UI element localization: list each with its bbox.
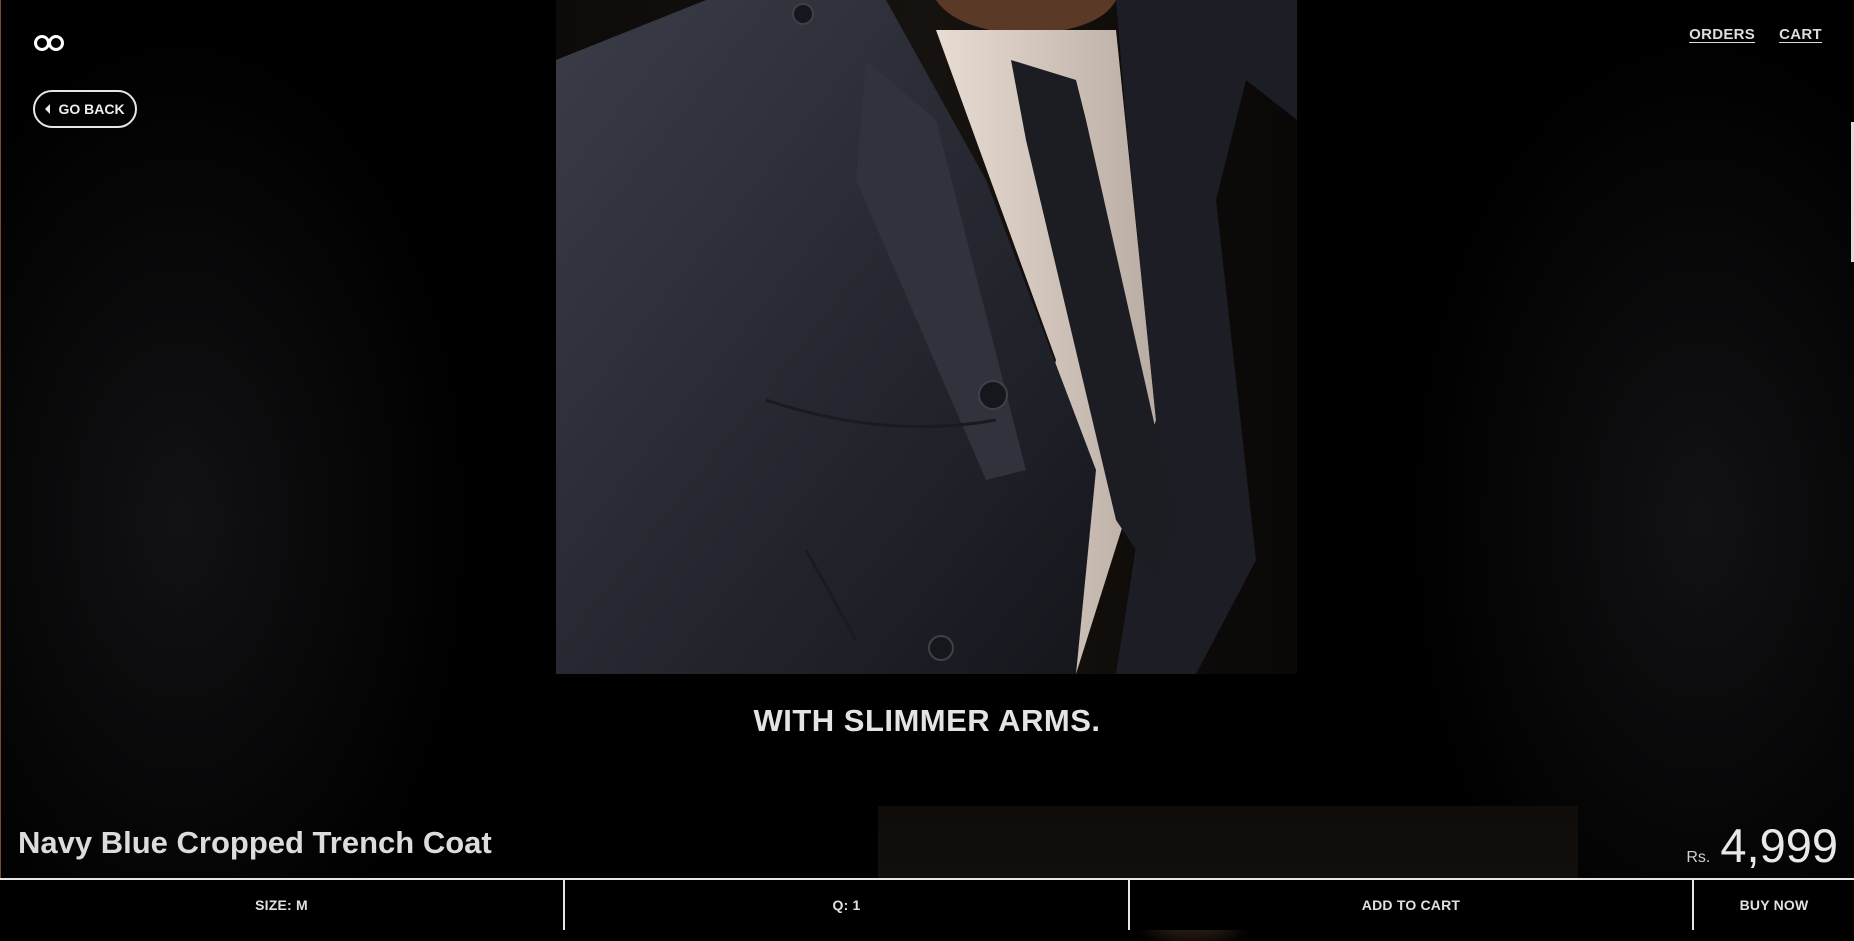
top-nav: ORDERS CART [1689,26,1822,43]
left-edge-line [0,0,1,878]
product-image [556,0,1297,674]
buy-now-button[interactable]: BUY NOW [1694,880,1854,930]
quantity-selector[interactable]: Q: 1 [565,880,1130,930]
product-price: Rs. 4,999 [1686,818,1838,873]
add-to-cart-button[interactable]: ADD TO CART [1130,880,1694,930]
infinity-logo-icon[interactable] [33,33,65,53]
cart-link[interactable]: CART [1779,26,1822,43]
purchase-action-bar: SIZE: M Q: 1 ADD TO CART BUY NOW [0,878,1854,930]
chevron-left-icon [45,104,51,114]
gallery-caption: WITH SLIMMER ARMS. [753,703,1101,738]
orders-link[interactable]: ORDERS [1689,26,1755,43]
go-back-label: GO BACK [58,101,125,117]
price-currency: Rs. [1686,849,1711,866]
size-selector[interactable]: SIZE: M [0,880,565,930]
product-title: Navy Blue Cropped Trench Coat [18,825,492,860]
price-amount: 4,999 [1720,819,1838,872]
go-back-button[interactable]: GO BACK [33,90,137,128]
